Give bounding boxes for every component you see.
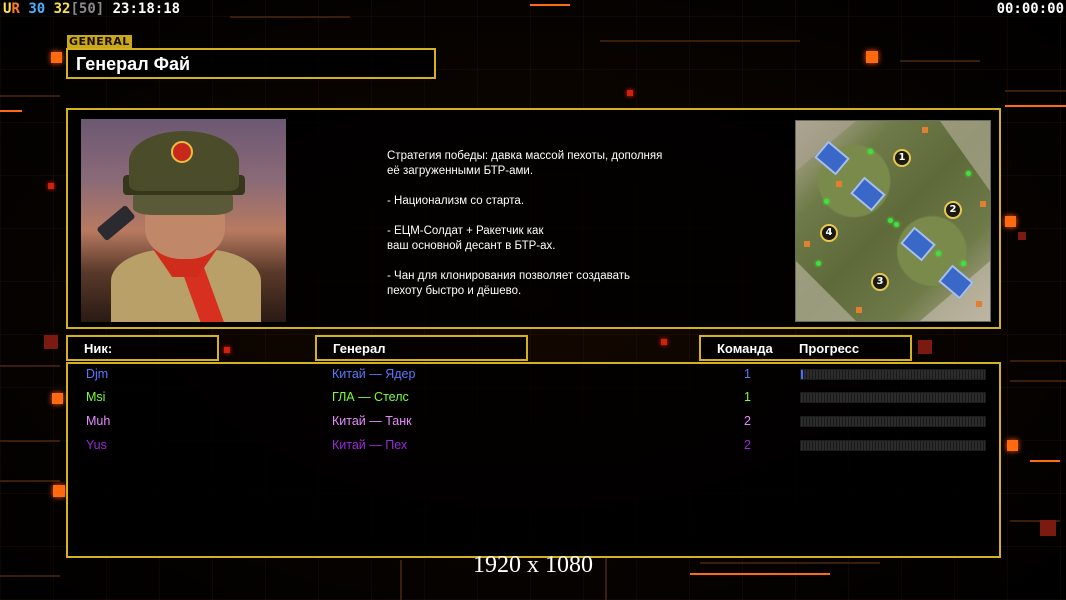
general-title: Генерал Фай	[66, 48, 436, 79]
player-progress-bar	[800, 369, 986, 380]
oil-derrick-icon	[966, 171, 971, 176]
player-row: Yus Китай — Пех 2	[68, 436, 999, 456]
column-header-nick: Ник:	[66, 335, 219, 361]
oil-derrick-icon	[961, 261, 966, 266]
player-progress-bar	[800, 392, 986, 403]
general-tag: GENERAL	[67, 35, 132, 48]
player-nick: Djm	[86, 367, 109, 381]
column-header-team-progress: Команда Прогресс	[699, 335, 912, 361]
player-team: 2	[744, 438, 751, 452]
minimap: 1 2 3 4	[795, 120, 991, 322]
player-progress-bar	[800, 416, 986, 427]
resolution-caption: 1920 x 1080	[473, 552, 593, 578]
strategy-text: Стратегия победы: давка массой пехоты, д…	[387, 150, 663, 297]
column-header-team: Команда	[717, 341, 773, 356]
column-header-general: Генерал	[315, 335, 528, 361]
start-point-1: 1	[893, 149, 911, 167]
player-team: 1	[744, 390, 751, 404]
briefing-panel: Стратегия победы: давка массой пехоты, д…	[66, 108, 1001, 329]
oil-derrick-icon	[824, 199, 829, 204]
start-point-2: 2	[944, 201, 962, 219]
general-portrait	[81, 119, 286, 322]
game-timer: 00:00:00	[996, 1, 1064, 17]
general-tag-label: GENERAL	[69, 35, 130, 48]
hud-count-b: 32	[53, 1, 71, 17]
oil-derrick-icon	[888, 218, 893, 223]
map-base	[900, 226, 936, 262]
hud-clock: 23:18:18	[112, 1, 181, 17]
start-point-4: 4	[820, 224, 838, 242]
player-nick: Muh	[86, 414, 111, 428]
oil-derrick-icon	[936, 251, 941, 256]
player-general: ГЛА — Стелс	[332, 390, 409, 404]
map-base	[850, 176, 886, 212]
cap-star-icon	[171, 141, 193, 163]
player-row: Muh Китай — Танк 2	[68, 412, 999, 432]
player-team: 2	[744, 414, 751, 428]
player-nick: Msi	[86, 390, 106, 404]
player-general: Китай — Ядер	[332, 367, 416, 381]
oil-derrick-icon	[816, 261, 821, 266]
revolver-icon	[96, 204, 136, 242]
player-nick: Yus	[86, 438, 107, 452]
oil-derrick-icon	[868, 149, 873, 154]
player-row: Djm Китай — Ядер 1	[68, 365, 999, 385]
players-panel: Djm Китай — Ядер 1 Msi ГЛА — Стелс 1 Muh…	[66, 362, 1001, 558]
start-point-3: 3	[871, 273, 889, 291]
stats-overlay: UR 30 32[50] 23:18:18	[3, 1, 180, 17]
player-team: 1	[744, 367, 751, 381]
hud-r-label: R	[11, 1, 20, 17]
hud-count-max: [50]	[70, 1, 105, 17]
oil-derrick-icon	[894, 222, 899, 227]
player-row: Msi ГЛА — Стелс 1	[68, 388, 999, 408]
column-header-progress: Прогресс	[799, 341, 860, 356]
player-general: Китай — Пех	[332, 438, 408, 452]
hud-count-a: 30	[28, 1, 46, 17]
player-progress-bar	[800, 440, 986, 451]
player-general: Китай — Танк	[332, 414, 412, 428]
